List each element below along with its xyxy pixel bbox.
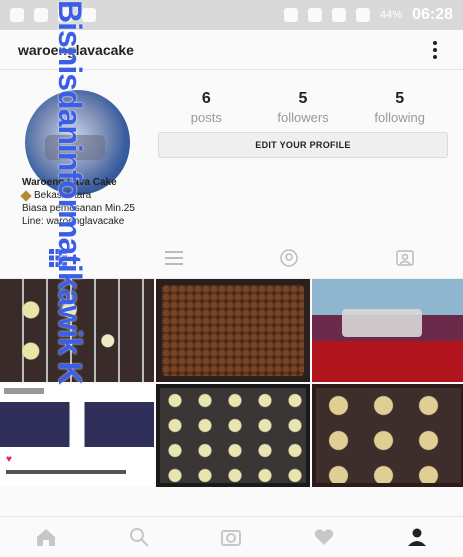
photo-grid: ♥	[0, 279, 463, 487]
status-right: 44% 06:28	[284, 6, 453, 24]
photo-thumbnail[interactable]	[156, 279, 310, 382]
kebab-dot	[433, 47, 437, 52]
profile-tabs	[0, 238, 463, 279]
stat-following[interactable]: 5 following	[351, 90, 448, 125]
photo-thumbnail[interactable]: ♥	[0, 384, 154, 487]
profile-username: waroenglavacake	[18, 41, 134, 58]
notification-icon	[34, 8, 48, 22]
bio-line-1: Biasa pemesanan Min.25	[22, 203, 135, 214]
search-icon	[129, 528, 149, 547]
bottom-navigation	[0, 516, 463, 557]
nav-home[interactable]	[0, 517, 93, 557]
posts-count: 6	[201, 90, 211, 107]
list-icon	[164, 251, 183, 265]
following-label: following	[374, 110, 425, 125]
heart-icon: ♥	[6, 454, 12, 465]
profile-location: Bekasi Utara	[20, 189, 135, 202]
screenshot-header	[4, 388, 44, 394]
profile-location-text: Bekasi Utara	[34, 190, 92, 201]
photo-thumbnail[interactable]	[312, 384, 463, 487]
nav-profile[interactable]	[370, 517, 463, 557]
kebab-dot	[433, 54, 437, 59]
tab-location[interactable]	[232, 238, 348, 278]
stat-followers[interactable]: 5 followers	[255, 90, 352, 125]
message-icon	[82, 8, 96, 22]
following-count: 5	[395, 90, 405, 107]
tab-grid[interactable]	[0, 238, 116, 278]
photo-thumbnail[interactable]	[312, 279, 463, 382]
tab-list[interactable]	[116, 238, 232, 278]
screenshot-caption	[6, 470, 126, 474]
nav-camera[interactable]	[185, 517, 278, 557]
nfc-icon	[284, 8, 299, 22]
tab-tagged[interactable]	[347, 238, 463, 278]
followers-label: followers	[277, 110, 329, 125]
edit-profile-button[interactable]: EDIT YOUR PROFILE	[158, 132, 448, 158]
status-left	[10, 8, 96, 22]
profile-section: 6 posts 5 followers 5 following EDIT YOU…	[0, 70, 463, 238]
photo-thumbnail[interactable]	[156, 384, 310, 487]
signal-icon	[356, 8, 371, 22]
photo-thumbnail[interactable]	[0, 279, 154, 382]
followers-count: 5	[298, 90, 308, 107]
nav-search[interactable]	[93, 517, 186, 557]
stat-posts[interactable]: 6 posts	[158, 90, 255, 125]
bio-line-2: Line: waroenglavacake	[22, 216, 125, 227]
screenshot-image	[0, 402, 154, 447]
wifi-icon	[332, 8, 347, 22]
nav-activity[interactable]	[278, 517, 371, 557]
top-bar: waroenglavacake	[0, 30, 463, 70]
kebab-dot	[433, 40, 437, 45]
search-notification-icon	[58, 8, 72, 22]
posts-label: posts	[190, 110, 222, 125]
camera-icon	[221, 530, 242, 546]
location-icon	[20, 189, 32, 202]
app-icon	[10, 8, 24, 22]
tagged-photo-icon	[396, 250, 414, 266]
location-pin-icon	[280, 249, 299, 267]
profile-name: Waroeng Lava Cake	[22, 177, 117, 188]
grid-icon	[48, 249, 67, 267]
battery-level: 44%	[380, 9, 403, 21]
profile-icon	[407, 528, 426, 546]
heart-icon	[314, 529, 334, 545]
status-bar: 44% 06:28	[0, 0, 463, 30]
options-menu-icon[interactable]	[425, 38, 445, 62]
profile-bio: Waroeng Lava Cake Bekasi Utara Biasa pem…	[20, 176, 135, 228]
profile-stats: 6 posts 5 followers 5 following	[158, 90, 448, 125]
home-icon	[37, 529, 56, 546]
alarm-icon	[308, 8, 323, 22]
status-time: 06:28	[412, 6, 453, 23]
